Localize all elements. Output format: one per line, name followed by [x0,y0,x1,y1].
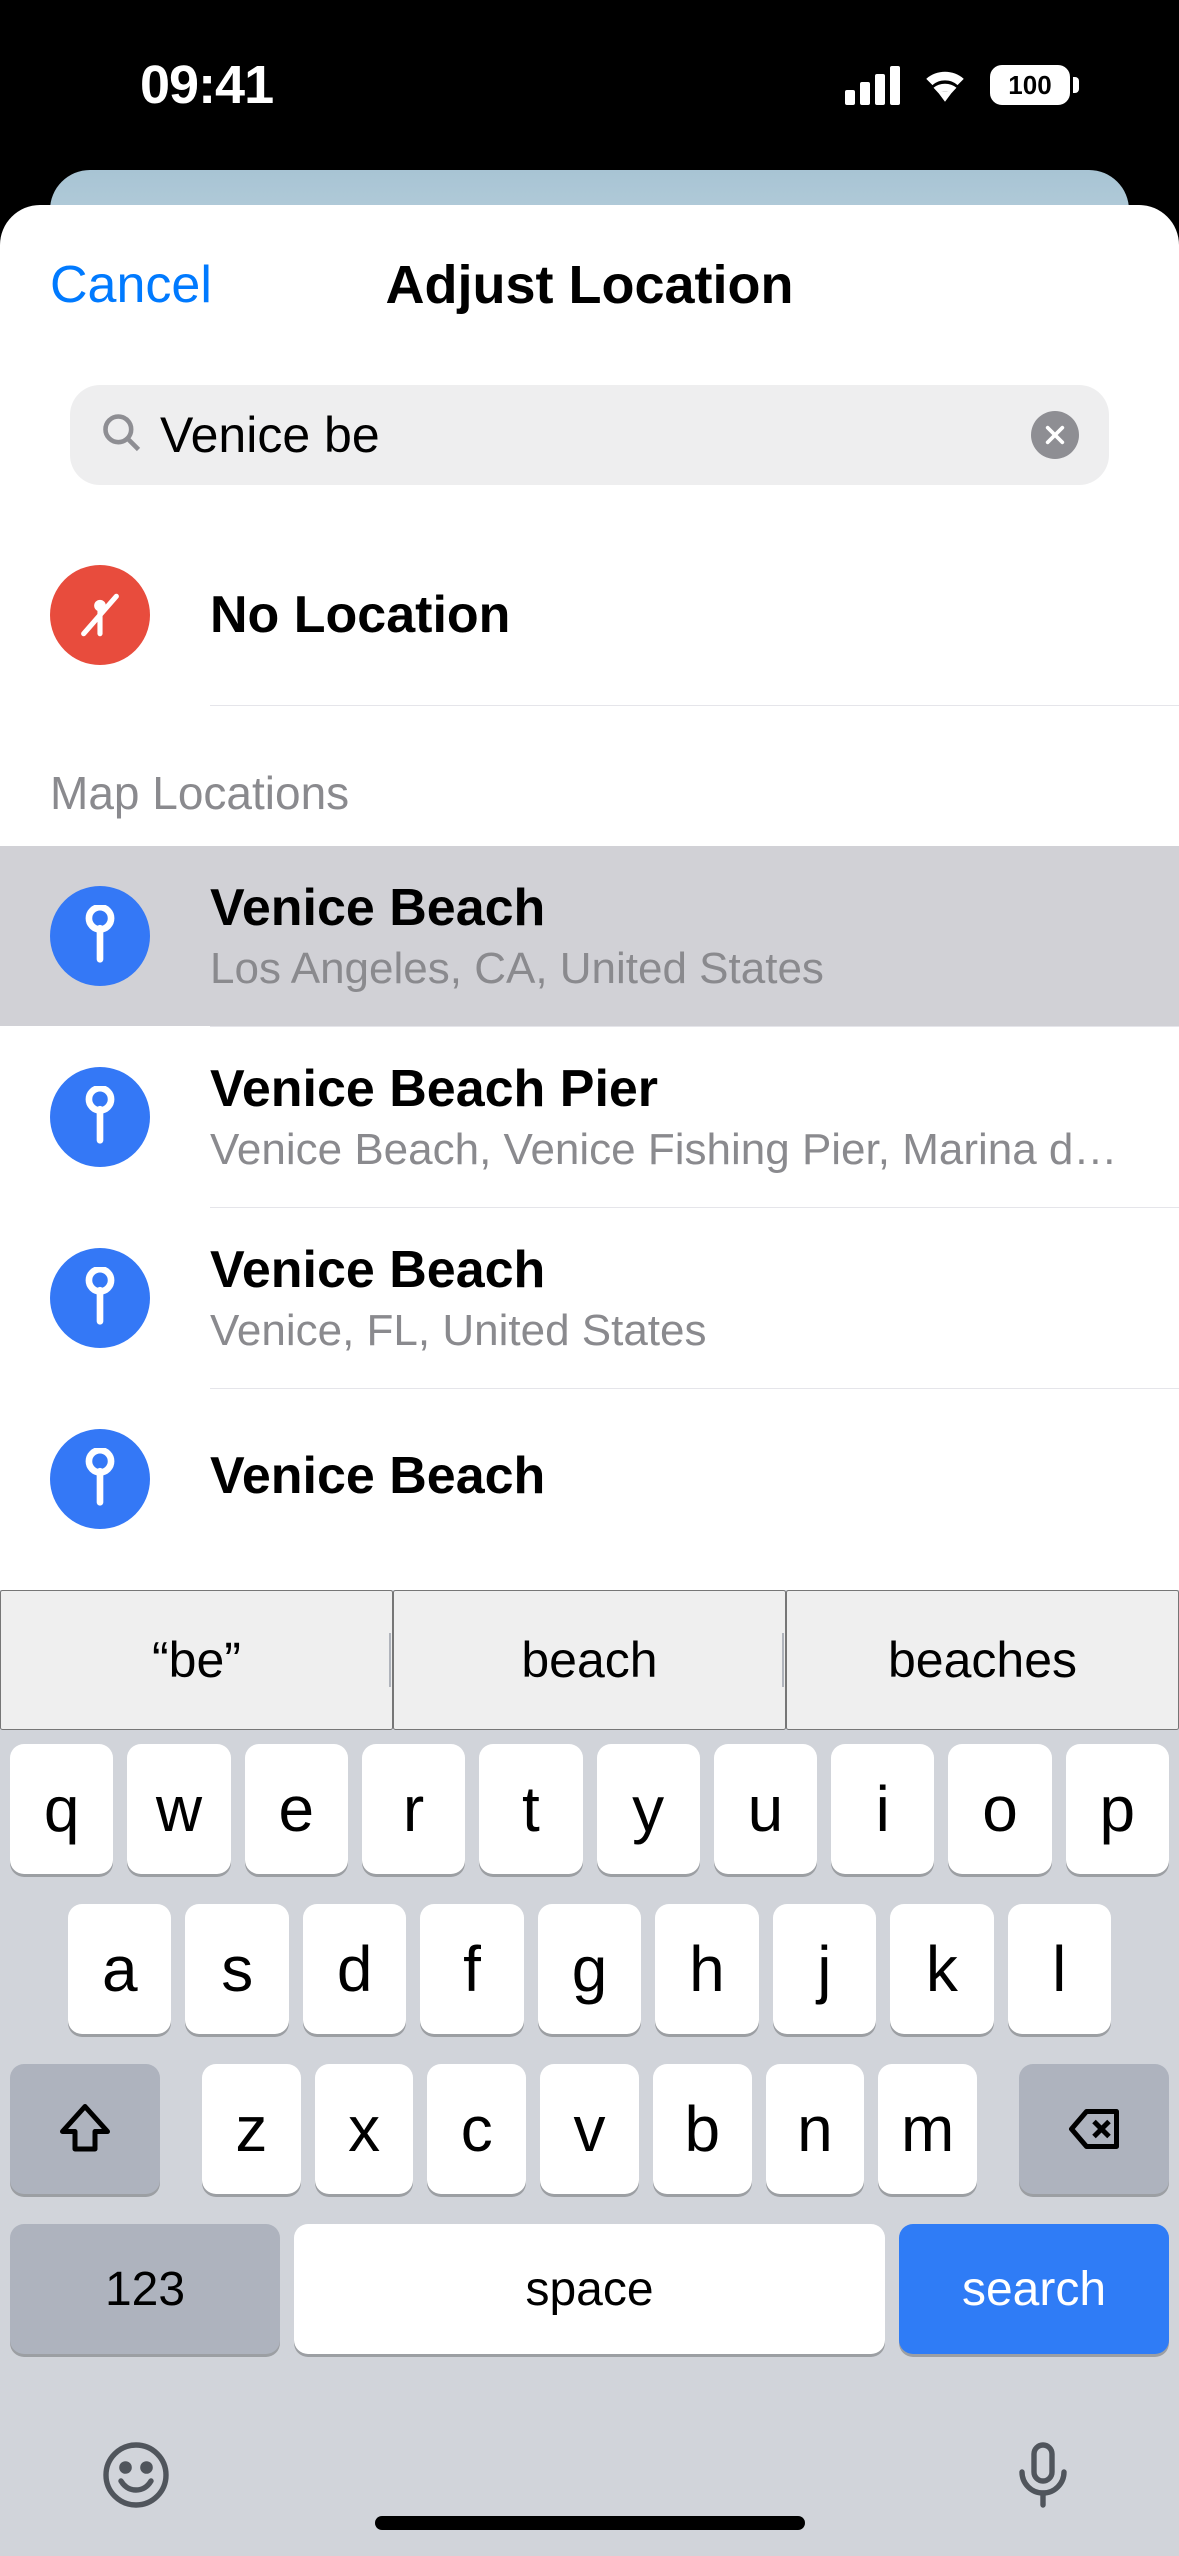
no-location-icon [50,565,150,665]
key-u[interactable]: u [714,1744,817,1874]
battery-icon: 100 [990,65,1079,105]
space-key[interactable]: space [294,2224,885,2354]
suggestion-0[interactable]: “be” [0,1590,393,1730]
shift-key[interactable] [10,2064,160,2194]
status-time: 09:41 [140,54,273,116]
key-n[interactable]: n [766,2064,865,2194]
key-y[interactable]: y [597,1744,700,1874]
map-pin-icon [50,1248,150,1348]
key-b[interactable]: b [653,2064,752,2194]
key-o[interactable]: o [948,1744,1051,1874]
search-input[interactable] [160,406,1015,464]
numbers-key[interactable]: 123 [10,2224,280,2354]
key-s[interactable]: s [185,1904,288,2034]
clear-search-button[interactable] [1031,411,1079,459]
key-g[interactable]: g [538,1904,641,2034]
location-subtitle: Venice, FL, United States [210,1306,1129,1356]
home-indicator[interactable] [375,2516,805,2530]
key-a[interactable]: a [68,1904,171,2034]
location-title: Venice Beach [210,1446,1129,1506]
key-c[interactable]: c [427,2064,526,2194]
cancel-button[interactable]: Cancel [50,255,212,315]
key-z[interactable]: z [202,2064,301,2194]
key-i[interactable]: i [831,1744,934,1874]
key-x[interactable]: x [315,2064,414,2194]
cellular-icon [845,66,900,105]
keyboard: “be” beach beaches qwertyuiop asdfghjkl … [0,1590,1179,2556]
suggestion-1[interactable]: beach [393,1590,786,1730]
key-w[interactable]: w [127,1744,230,1874]
key-p[interactable]: p [1066,1744,1169,1874]
location-row[interactable]: Venice Beach [0,1389,1179,1569]
key-t[interactable]: t [479,1744,582,1874]
dictation-key[interactable] [1007,2439,1079,2514]
map-pin-icon [50,1067,150,1167]
location-row[interactable]: Venice Beach Pier Venice Beach, Venice F… [0,1027,1179,1207]
key-r[interactable]: r [362,1744,465,1874]
wifi-icon [920,63,970,108]
location-subtitle: Venice Beach, Venice Fishing Pier, Marin… [210,1125,1129,1175]
location-row[interactable]: Venice Beach Venice, FL, United States [0,1208,1179,1388]
key-l[interactable]: l [1008,1904,1111,2034]
search-icon [100,411,144,460]
location-row[interactable]: Venice Beach Los Angeles, CA, United Sta… [0,846,1179,1026]
map-pin-icon [50,1429,150,1529]
location-title: Venice Beach [210,878,1129,938]
search-key[interactable]: search [899,2224,1169,2354]
backspace-key[interactable] [1019,2064,1169,2194]
no-location-row[interactable]: No Location [0,525,1179,705]
key-j[interactable]: j [773,1904,876,2034]
suggestion-2[interactable]: beaches [786,1590,1179,1730]
key-m[interactable]: m [878,2064,977,2194]
location-subtitle: Los Angeles, CA, United States [210,944,1129,994]
location-title: Venice Beach Pier [210,1059,1129,1119]
sheet-header: Cancel Adjust Location [0,205,1179,365]
map-pin-icon [50,886,150,986]
search-field[interactable] [70,385,1109,485]
suggestion-bar: “be” beach beaches [0,1590,1179,1730]
status-indicators: 100 [845,63,1079,108]
location-title: Venice Beach [210,1240,1129,1300]
key-h[interactable]: h [655,1904,758,2034]
key-e[interactable]: e [245,1744,348,1874]
key-q[interactable]: q [10,1744,113,1874]
emoji-key[interactable] [100,2439,172,2514]
status-bar: 09:41 100 [0,0,1179,170]
sheet-title: Adjust Location [386,254,794,316]
battery-level: 100 [990,65,1070,105]
key-v[interactable]: v [540,2064,639,2194]
key-d[interactable]: d [303,1904,406,2034]
no-location-label: No Location [210,585,510,645]
section-header: Map Locations [0,706,1179,846]
key-f[interactable]: f [420,1904,523,2034]
key-k[interactable]: k [890,1904,993,2034]
